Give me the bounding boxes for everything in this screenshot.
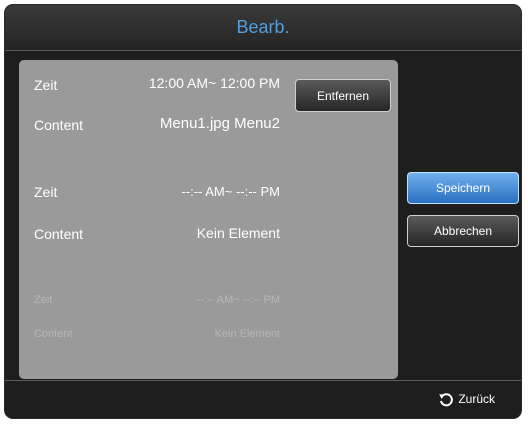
remove-button[interactable]: Entfernen xyxy=(295,79,391,112)
entry-3-time-label: Zeit xyxy=(34,294,53,306)
footer-bar: Zurück xyxy=(5,380,521,418)
entry-2-content-label: Content xyxy=(34,226,84,242)
edit-dialog: Bearb. Zeit 12:00 AM~ 12:00 PM Content M… xyxy=(4,4,522,419)
entry-3-content-value: Kein Element xyxy=(214,328,280,340)
back-label: Zurück xyxy=(458,392,495,406)
entry-2-content-value[interactable]: Kein Element xyxy=(197,225,280,241)
schedule-panel: Zeit 12:00 AM~ 12:00 PM Content Menu1.jp… xyxy=(19,60,398,379)
dialog-title: Bearb. xyxy=(236,17,290,37)
entry-3-time-value: --:-- AM~ --:-- PM xyxy=(196,294,280,306)
entry-1-time-value[interactable]: 12:00 AM~ 12:00 PM xyxy=(149,75,280,91)
back-button[interactable]: Zurück xyxy=(438,391,495,407)
return-arrow-icon xyxy=(438,391,454,407)
cancel-button[interactable]: Abbrechen xyxy=(407,215,519,247)
entry-1-content-label: Content xyxy=(34,117,84,133)
entry-1-content-value[interactable]: Menu1.jpg Menu2 xyxy=(160,115,280,132)
entry-2-time-value[interactable]: --:-- AM~ --:-- PM xyxy=(181,184,280,199)
save-button[interactable]: Speichern xyxy=(407,172,519,204)
title-bar: Bearb. xyxy=(5,5,521,51)
entry-3-content-label: Content xyxy=(34,328,73,340)
entry-2-time-label: Zeit xyxy=(34,184,58,200)
entry-1-time-label: Zeit xyxy=(34,77,58,93)
